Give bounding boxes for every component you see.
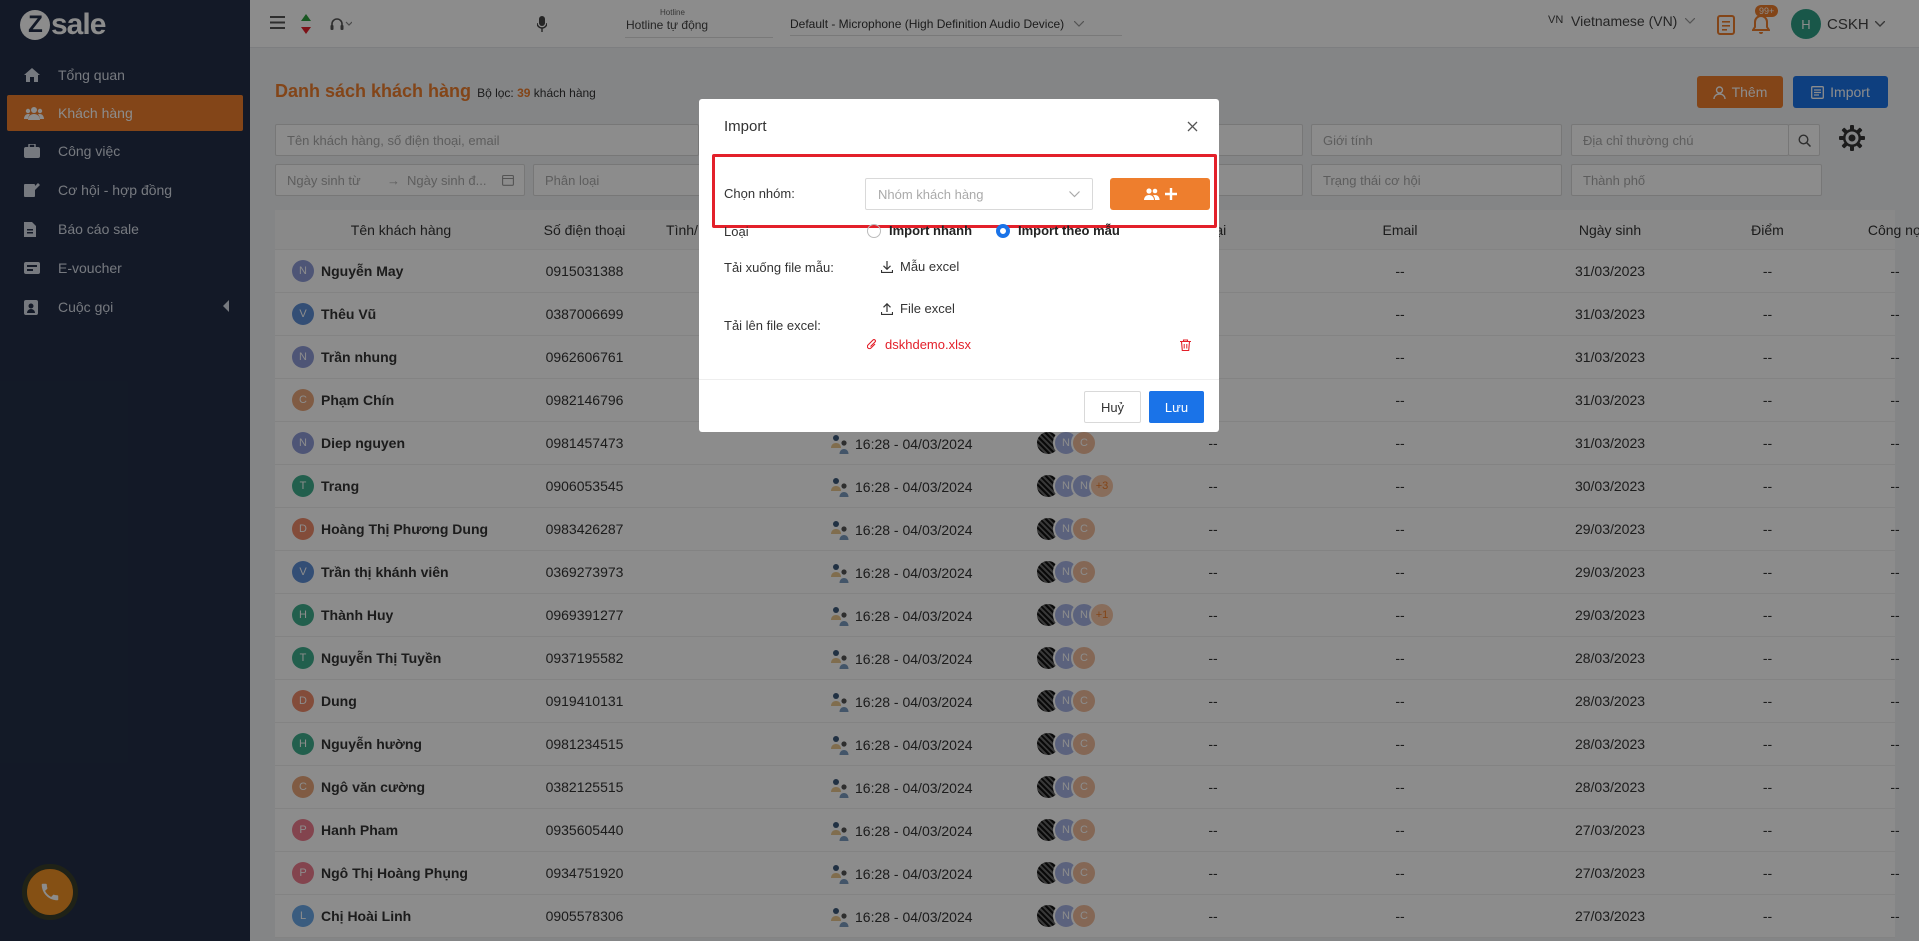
trash-icon[interactable] (1180, 338, 1191, 351)
import-modal: Import Chọn nhóm: Nhóm khách hàng Loại I… (699, 99, 1219, 432)
radio-template-label: Import theo mẫu (1018, 223, 1120, 238)
radio-dot-selected (996, 223, 1010, 238)
radio-quick-label: Import nhanh (889, 223, 973, 238)
uploaded-file-item: dskhdemo.xlsx (867, 337, 1191, 352)
paperclip-icon (867, 338, 877, 351)
close-icon[interactable] (1187, 121, 1198, 132)
save-button[interactable]: Lưu (1149, 391, 1204, 423)
uploaded-file-name[interactable]: dskhdemo.xlsx (885, 337, 971, 352)
download-template-button[interactable]: Mẫu excel (881, 259, 959, 274)
upload-label: Tải lên file excel: (724, 318, 821, 333)
modal-footer-divider (699, 379, 1219, 380)
download-label: Tải xuống file mẫu: (724, 260, 834, 275)
radio-import-quick[interactable]: Import nhanh (867, 223, 972, 238)
upload-file-label: File excel (900, 301, 955, 316)
highlight-box (712, 154, 1217, 228)
cancel-button[interactable]: Huỷ (1084, 391, 1141, 423)
modal-title: Import (724, 118, 767, 135)
radio-import-template[interactable]: Import theo mẫu (996, 223, 1120, 238)
radio-dot (867, 223, 881, 238)
upload-file-button[interactable]: File excel (881, 301, 955, 316)
download-template-label: Mẫu excel (900, 259, 960, 274)
download-icon (881, 260, 893, 273)
upload-icon (881, 302, 893, 315)
type-label: Loại (724, 224, 749, 239)
